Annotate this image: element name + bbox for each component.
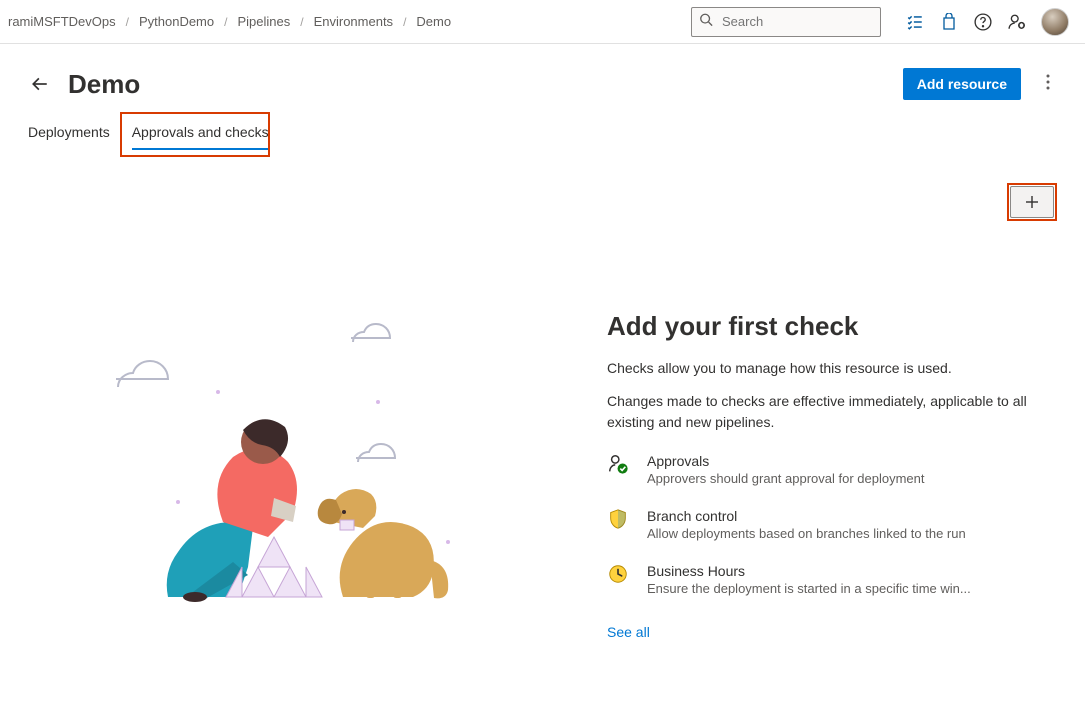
checklist-icon[interactable] (905, 12, 925, 32)
tabs: Deployments Approvals and checks (28, 118, 1057, 151)
page: Demo Add resource Deployments Approvals … (0, 44, 1085, 702)
empty-desc-1: Checks allow you to manage how this reso… (607, 358, 1037, 379)
see-all-link[interactable]: See all (607, 624, 650, 640)
check-title: Approvals (647, 453, 925, 469)
search-input[interactable] (691, 7, 881, 37)
info-panel: Add your first check Checks allow you to… (607, 281, 1037, 642)
shield-icon (607, 508, 629, 530)
check-title: Business Hours (647, 563, 971, 579)
content: Add your first check Checks allow you to… (28, 281, 1057, 642)
check-branch-control[interactable]: Branch control Allow deployments based o… (607, 508, 1037, 541)
add-check-button[interactable] (1010, 186, 1054, 218)
crumb-org[interactable]: ramiMSFTDevOps (8, 14, 116, 29)
back-button[interactable] (28, 72, 52, 96)
check-desc: Ensure the deployment is started in a sp… (647, 581, 971, 596)
highlight-annotation (1007, 183, 1057, 221)
empty-heading: Add your first check (607, 311, 1037, 342)
shopping-bag-icon[interactable] (939, 12, 959, 32)
crumb-pipelines[interactable]: Pipelines (237, 14, 290, 29)
check-desc: Approvers should grant approval for depl… (647, 471, 925, 486)
top-bar: ramiMSFTDevOps / PythonDemo / Pipelines … (0, 0, 1085, 44)
crumb-sep: / (224, 15, 227, 29)
check-desc: Allow deployments based on branches link… (647, 526, 966, 541)
check-business-hours[interactable]: Business Hours Ensure the deployment is … (607, 563, 1037, 596)
tab-deployments[interactable]: Deployments (28, 118, 110, 150)
empty-desc-2: Changes made to checks are effective imm… (607, 391, 1037, 433)
search-wrap (691, 7, 881, 37)
crumb-environments[interactable]: Environments (314, 14, 393, 29)
crumb-sep: / (126, 15, 129, 29)
check-title: Branch control (647, 508, 966, 524)
clock-icon (607, 563, 629, 585)
approvals-icon (607, 453, 629, 475)
topbar-icons (905, 8, 1069, 36)
avatar[interactable] (1041, 8, 1069, 36)
user-settings-icon[interactable] (1007, 12, 1027, 32)
crumb-sep: / (300, 15, 303, 29)
check-suggestions: Approvals Approvers should grant approva… (607, 453, 1037, 596)
crumb-current[interactable]: Demo (416, 14, 451, 29)
crumb-project[interactable]: PythonDemo (139, 14, 214, 29)
tab-approvals-checks[interactable]: Approvals and checks (132, 118, 269, 150)
more-actions-button[interactable] (1039, 74, 1057, 95)
check-approvals[interactable]: Approvals Approvers should grant approva… (607, 453, 1037, 486)
empty-illustration (48, 281, 567, 642)
page-header: Demo Add resource (28, 68, 1057, 100)
add-resource-button[interactable]: Add resource (903, 68, 1021, 100)
crumb-sep: / (403, 15, 406, 29)
help-icon[interactable] (973, 12, 993, 32)
breadcrumbs: ramiMSFTDevOps / PythonDemo / Pipelines … (8, 14, 451, 29)
page-title: Demo (68, 69, 140, 100)
